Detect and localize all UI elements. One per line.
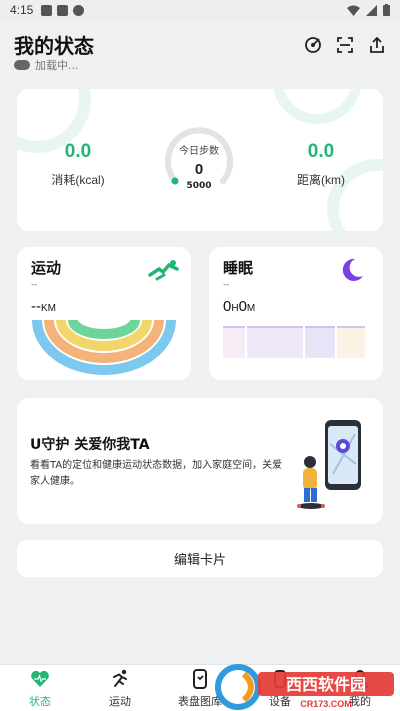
watermark-url: CR173.COM bbox=[300, 699, 352, 709]
nav-tab-status[interactable]: 状态 bbox=[10, 669, 70, 709]
page-title: 我的状态 bbox=[14, 34, 94, 58]
target-icon[interactable] bbox=[304, 36, 322, 54]
weather-status: 加载中... bbox=[14, 57, 79, 73]
sleep-title: 睡眠 bbox=[223, 259, 254, 277]
watermark-text: 西西软件园 bbox=[286, 675, 366, 694]
notification-icon bbox=[41, 4, 53, 16]
promo-description: 看看TA的定位和健康运动状态数据，加入家庭空间，关爱家人健康。 bbox=[30, 460, 283, 487]
share-icon[interactable] bbox=[368, 36, 386, 54]
calories-value: 0.0 bbox=[64, 141, 92, 162]
steps-value: 0 bbox=[194, 161, 204, 178]
edit-cards-button[interactable]: 编辑卡片 bbox=[17, 540, 383, 577]
steps-goal: 5000 bbox=[186, 181, 212, 191]
guardian-promo-card[interactable]: U守护 关爱你我TA 看看TA的定位和健康运动状态数据，加入家庭空间，关爱家人健… bbox=[17, 398, 383, 524]
battery-icon bbox=[383, 4, 390, 16]
steps-title: 今日步数 bbox=[179, 146, 219, 157]
distance-stat: 0.0 距离(km) bbox=[271, 141, 371, 188]
sleep-dash: -- bbox=[223, 280, 230, 290]
running-icon bbox=[113, 669, 127, 687]
watch-face-icon bbox=[193, 669, 207, 689]
calories-label: 消耗(kcal) bbox=[51, 173, 105, 187]
signal-icon bbox=[366, 4, 377, 16]
family-location-illustration bbox=[297, 420, 361, 509]
summary-card[interactable]: 0.0 消耗(kcal) 今日步数 0 5000 0.0 距离(km) bbox=[17, 89, 383, 231]
site-watermark: 西西软件园 CR173.COM bbox=[215, 664, 394, 710]
gallery-icon bbox=[57, 4, 69, 16]
edit-cards-label: 编辑卡片 bbox=[173, 553, 226, 568]
header: 我的状态 加载中... bbox=[0, 24, 400, 78]
nav-label-status: 状态 bbox=[29, 695, 51, 708]
distance-value: 0.0 bbox=[307, 141, 335, 162]
status-bar: 4:15 bbox=[0, 0, 400, 20]
sleep-duration: 0H0M bbox=[223, 298, 256, 315]
cloud-icon bbox=[14, 60, 30, 70]
heart-icon bbox=[31, 670, 49, 687]
exercise-dash: -- bbox=[31, 280, 38, 290]
running-icon bbox=[148, 260, 179, 281]
calories-stat: 0.0 消耗(kcal) bbox=[28, 141, 128, 188]
moon-icon: z bbox=[342, 258, 363, 281]
svg-text:z: z bbox=[357, 262, 362, 272]
loading-text: 加载中... bbox=[35, 59, 79, 72]
wifi-icon bbox=[347, 5, 360, 16]
nav-tab-exercise[interactable]: 运动 bbox=[90, 669, 150, 709]
exercise-card[interactable]: 运动 -- --KM bbox=[17, 247, 191, 380]
exercise-distance: --KM bbox=[31, 298, 56, 315]
scan-icon[interactable] bbox=[336, 36, 354, 54]
nav-label-exercise: 运动 bbox=[109, 695, 131, 708]
exercise-rings bbox=[32, 320, 176, 375]
distance-label: 距离(km) bbox=[297, 173, 345, 187]
steps-ring: 今日步数 0 5000 bbox=[162, 123, 236, 197]
alert-icon bbox=[73, 4, 85, 16]
sleep-chart bbox=[223, 326, 365, 358]
status-time: 4:15 bbox=[10, 3, 34, 17]
sleep-card[interactable]: 睡眠 z -- 0H0M bbox=[209, 247, 383, 380]
exercise-title: 运动 bbox=[31, 259, 62, 277]
promo-title: U守护 关爱你我TA bbox=[30, 437, 150, 453]
